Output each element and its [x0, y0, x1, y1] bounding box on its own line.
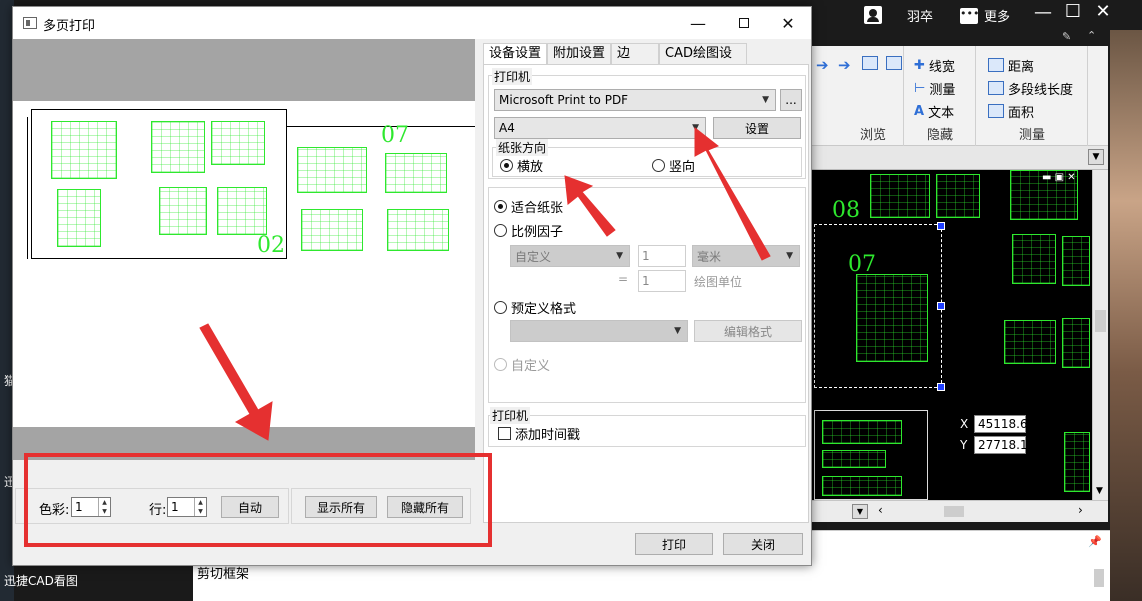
- annotation-arrows: [199, 126, 771, 441]
- annotation-arrow: [199, 323, 273, 441]
- annotation-arrow: [694, 126, 771, 261]
- annotation-arrow: [564, 175, 616, 237]
